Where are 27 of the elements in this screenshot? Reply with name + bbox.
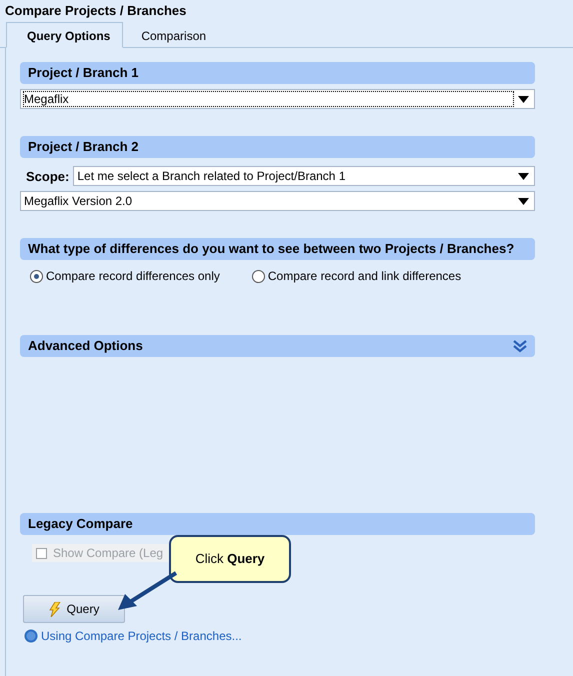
radio-button[interactable] (30, 270, 43, 282)
scope-label: Scope: (25, 168, 70, 184)
help-icon (24, 629, 38, 643)
radio-button[interactable] (252, 270, 265, 282)
radio-option[interactable]: Compare record differences only (30, 269, 220, 283)
callout-tooltip: Click Query (169, 535, 291, 583)
dropdown-arrow-icon (518, 172, 529, 180)
help-link[interactable]: Using Compare Projects / Branches... (41, 629, 242, 643)
query-button[interactable]: Query (23, 595, 125, 623)
section-header: Legacy Compare (20, 513, 535, 535)
section-header: What type of differences do you want to see between two Projects / Branches? (20, 238, 535, 260)
window-title: Compare Projects / Branches (4, 2, 188, 20)
project-dropdown[interactable]: Megaflix (20, 89, 535, 109)
radio-option[interactable]: Compare record and link differences (252, 269, 462, 283)
branch-dropdown[interactable]: Megaflix Version 2.0 (20, 191, 535, 211)
tab[interactable]: Query Options (6, 22, 124, 48)
lightning-icon (48, 602, 61, 616)
tab[interactable]: Comparison (123, 24, 224, 47)
section-header: Project / Branch 2 (20, 136, 535, 158)
callout-arrow (116, 570, 178, 612)
dropdown-arrow-icon (518, 198, 529, 204)
section-header[interactable]: Advanced Options (20, 335, 535, 357)
dropdown-arrow-icon (518, 96, 529, 102)
scope-dropdown[interactable]: Let me select a Branch related to Project/Branch 1 (73, 166, 535, 186)
section-header: Project / Branch 1 (20, 62, 535, 84)
section-title: Advanced Options (28, 337, 143, 355)
expand-chevron-icon[interactable] (513, 340, 527, 352)
